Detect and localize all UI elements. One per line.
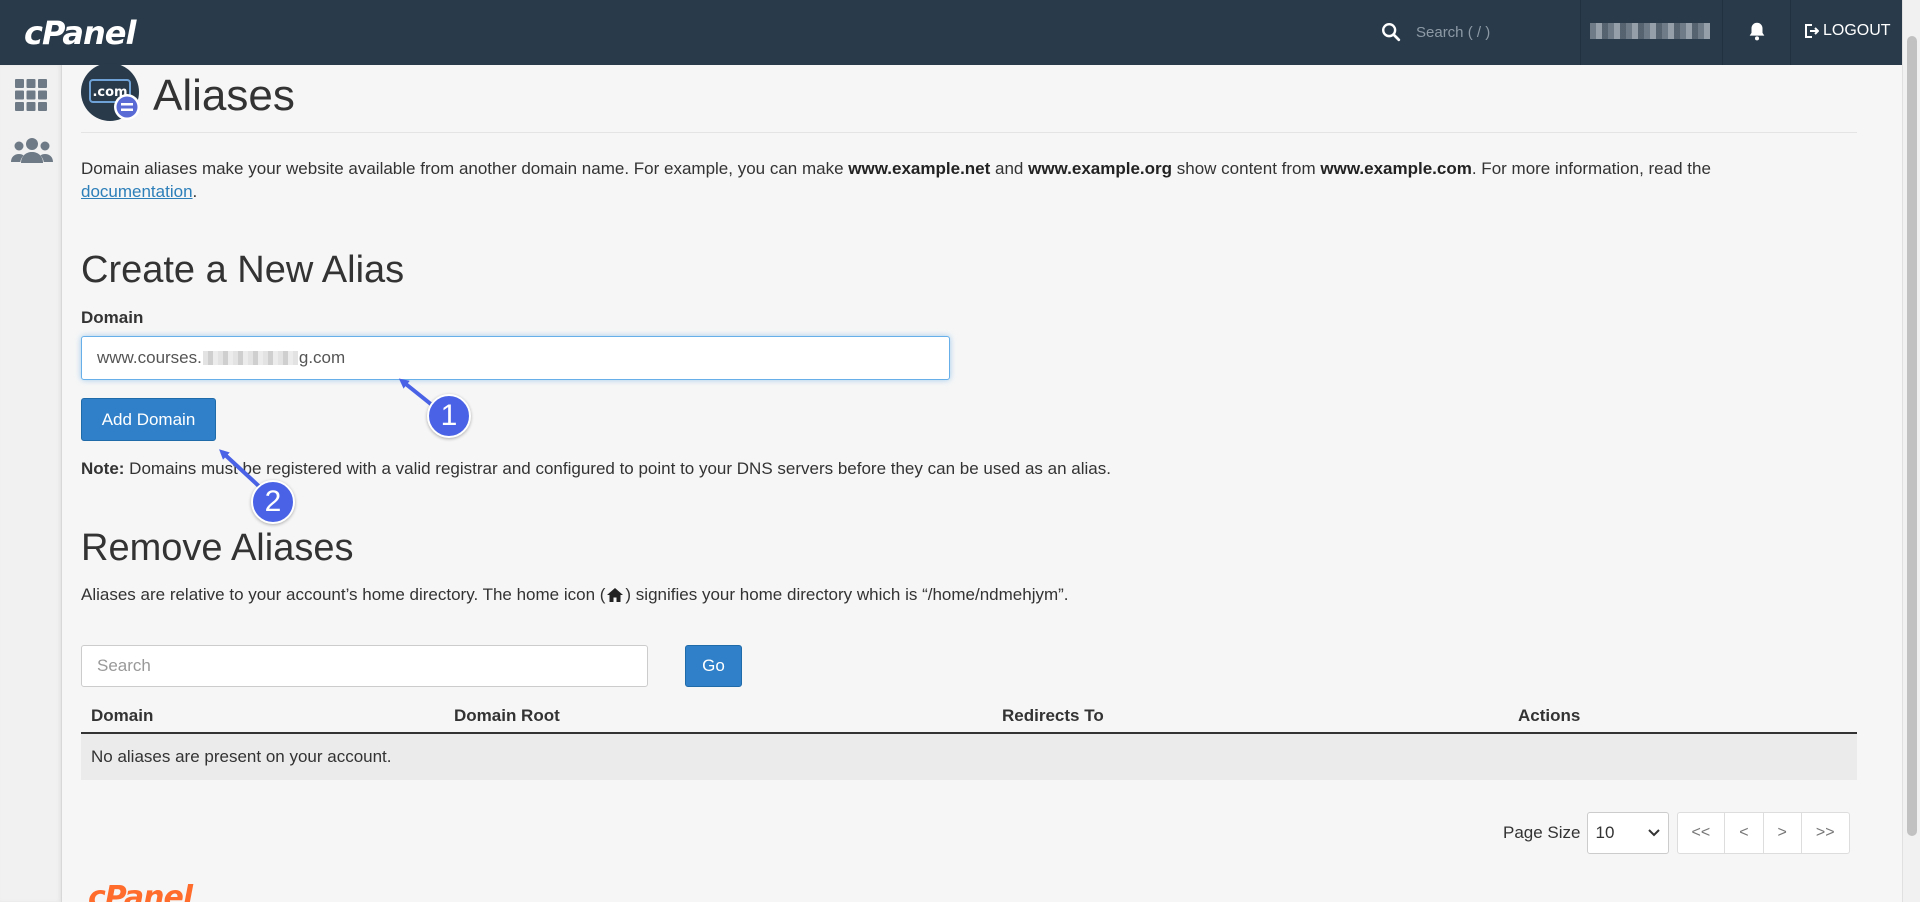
go-button[interactable]: Go — [685, 645, 742, 687]
logout-icon — [1805, 24, 1819, 38]
intro-part: Domain aliases make your website availab… — [81, 159, 849, 178]
annotation-arrow-1 — [398, 378, 434, 407]
column-domain[interactable]: Domain — [91, 706, 153, 726]
domain-value-prefix: www.courses. — [97, 348, 202, 367]
create-alias-heading: Create a New Alias — [81, 249, 405, 291]
prev-page-button[interactable]: < — [1725, 813, 1764, 853]
page-size-value: 10 — [1595, 823, 1615, 842]
intro-part: and — [990, 159, 1029, 178]
sidebar — [0, 65, 62, 902]
bell-icon[interactable] — [1746, 19, 1768, 43]
alias-search-input[interactable]: Search — [81, 645, 648, 687]
home-icon — [607, 588, 624, 602]
cpanel-logo[interactable]: cPanel — [24, 14, 136, 52]
topbar-divider — [1722, 0, 1723, 65]
example-domain-com: www.example.com — [1320, 159, 1472, 178]
pager-buttons: << < > >> — [1676, 812, 1850, 854]
footer-cpanel-logo[interactable]: cPanel — [88, 880, 193, 902]
remove-description: Aliases are relative to your account’s h… — [81, 585, 1069, 605]
annotation-marker-1: 1 — [427, 394, 471, 438]
next-page-button[interactable]: > — [1764, 813, 1802, 853]
global-search-placeholder: Search ( / ) — [1416, 23, 1491, 41]
scrollbar-thumb[interactable] — [1907, 36, 1917, 836]
annotation-marker-2: 2 — [251, 480, 295, 524]
domain-value-suffix: g.com — [298, 348, 346, 367]
page-scrollbar[interactable] — [1902, 0, 1920, 902]
remove-desc-after: ) signifies your home directory which is… — [625, 585, 1069, 604]
topbar-divider — [1790, 0, 1791, 65]
domain-alias-icon: .com — [81, 63, 140, 121]
intro-part: . For more information, read the — [1471, 159, 1711, 178]
last-page-button[interactable]: >> — [1802, 813, 1849, 853]
alias-search-placeholder: Search — [97, 656, 151, 675]
remove-desc-before: Aliases are relative to your account’s h… — [81, 585, 606, 604]
global-search[interactable]: Search ( / ) — [1380, 18, 1580, 46]
page-title: Aliases — [153, 71, 295, 120]
logout-label: LOGOUT — [1823, 22, 1891, 39]
note-label: Note: — [81, 459, 125, 478]
page-header: .com Aliases — [81, 63, 1857, 133]
page-size-label: Page Size — [1503, 823, 1581, 842]
intro-end: . — [192, 182, 198, 201]
example-domain-org: www.example.org — [1028, 159, 1173, 178]
domain-label: Domain — [81, 308, 144, 327]
top-navbar: cPanel Search ( / ) LOGOUT — [0, 0, 1920, 65]
intro-text: Domain aliases make your website availab… — [81, 157, 1857, 203]
intro-part: show content from — [1172, 159, 1321, 178]
table-header: Domain Domain Root Redirects To Actions — [81, 698, 1857, 734]
domain-input[interactable]: www.courses. g.com — [81, 336, 950, 380]
page-size-select[interactable]: 10 — [1586, 812, 1669, 854]
note-body: Domains must be registered with a valid … — [124, 459, 1111, 478]
users-icon[interactable] — [10, 133, 54, 169]
column-actions: Actions — [1518, 706, 1581, 725]
username-menu[interactable] — [1590, 23, 1710, 39]
add-domain-button[interactable]: Add Domain — [81, 398, 216, 441]
column-redirects-to[interactable]: Redirects To — [1002, 706, 1104, 726]
redacted-domain — [202, 351, 298, 365]
note-text: Note: Domains must be registered with a … — [81, 459, 1111, 479]
example-domain-net: www.example.net — [848, 159, 991, 178]
first-page-button[interactable]: << — [1678, 813, 1726, 853]
topbar-divider — [1580, 0, 1581, 65]
pagination: Page Size 10 << < > >> — [1503, 812, 1850, 854]
logout-button[interactable]: LOGOUT — [1803, 22, 1891, 40]
documentation-link[interactable]: documentation — [81, 182, 193, 201]
aliases-table: Domain Domain Root Redirects To Actions … — [81, 698, 1857, 780]
grid-icon[interactable] — [13, 77, 49, 113]
table-empty-row: No aliases are present on your account. — [81, 734, 1857, 780]
search-icon — [1382, 23, 1401, 42]
remove-aliases-heading: Remove Aliases — [81, 527, 354, 569]
chevron-down-icon — [1647, 829, 1660, 837]
column-domain-root[interactable]: Domain Root — [454, 706, 560, 726]
